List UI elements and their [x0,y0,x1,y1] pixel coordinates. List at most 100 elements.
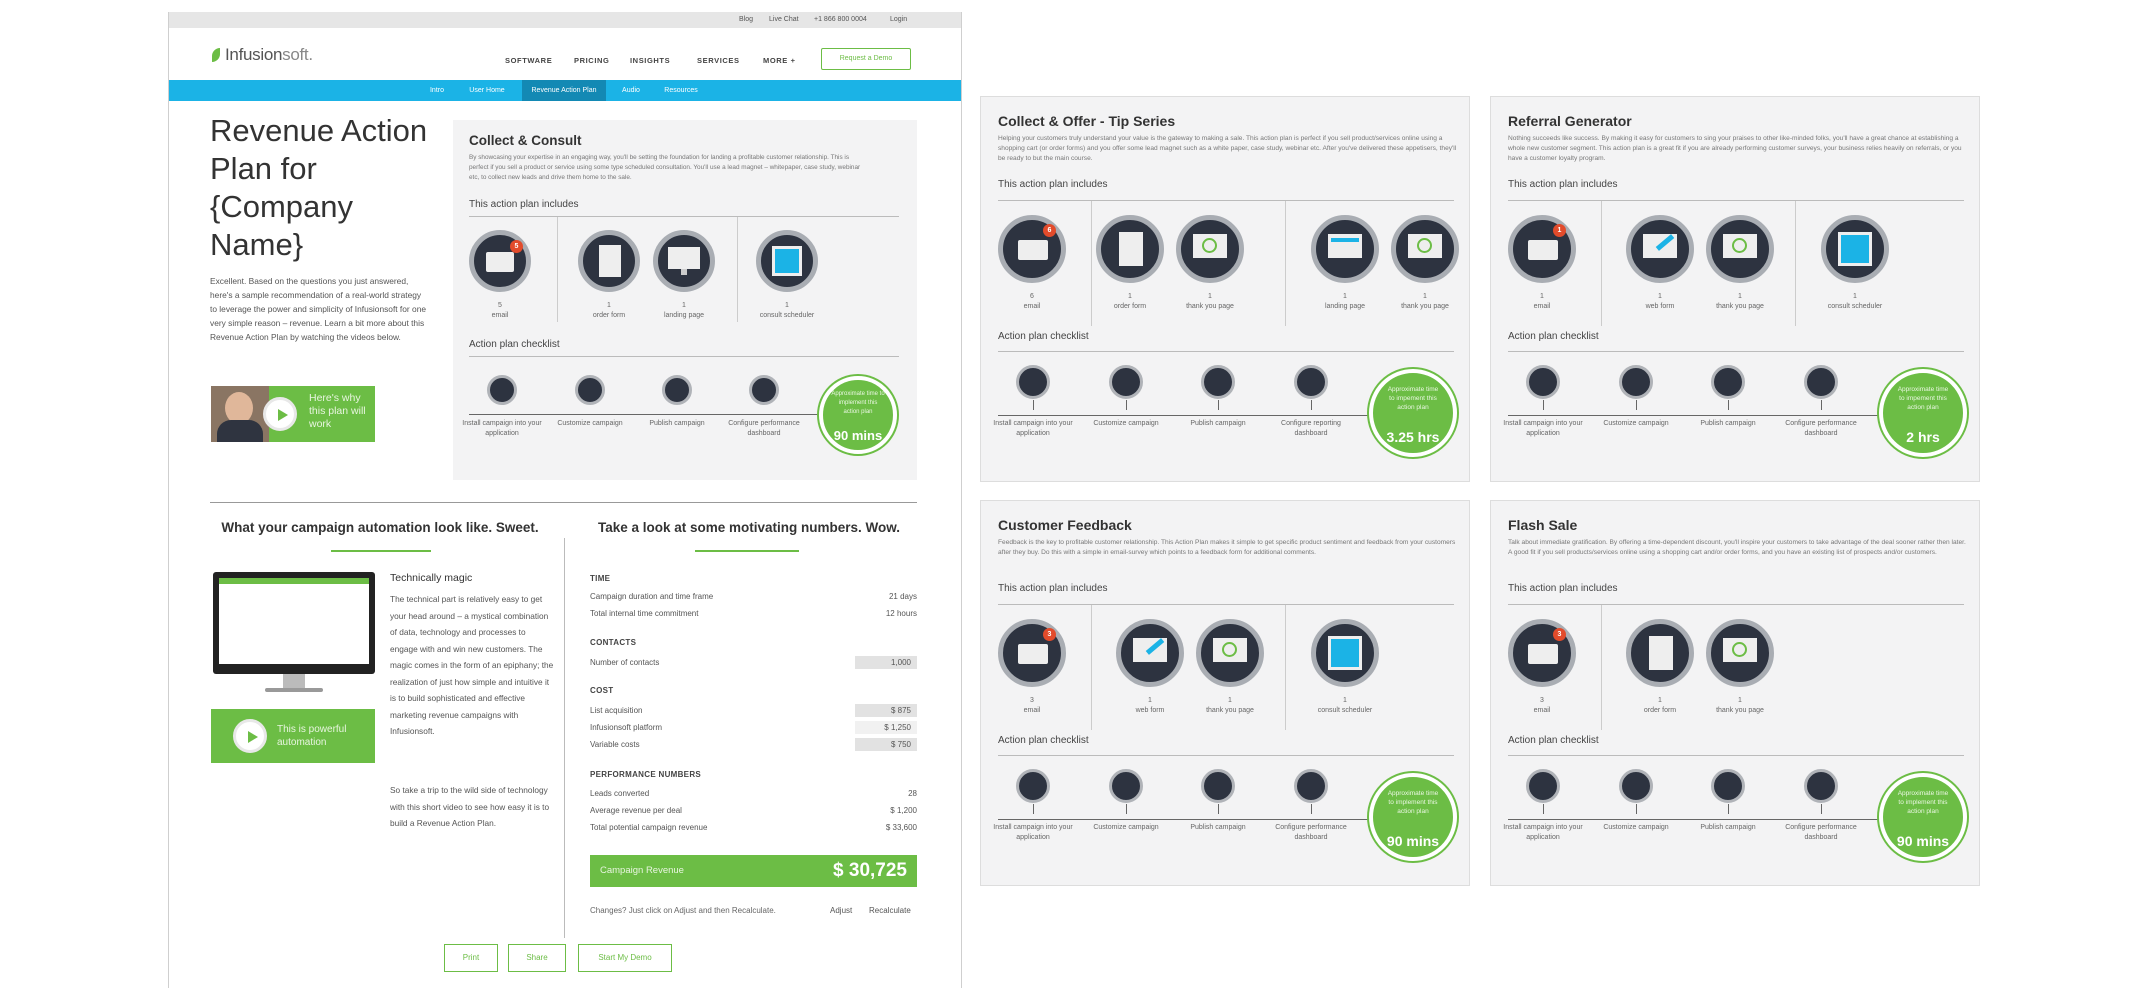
icon-label: 1 order form [1643,697,1677,714]
customize-icon [1619,365,1653,399]
install-icon [487,375,517,405]
login-link[interactable]: Login [890,16,907,23]
nav-insights[interactable]: INSIGHTS [630,56,670,65]
icon-label: 1 web form [1135,697,1165,714]
blog-link[interactable]: Blog [739,16,753,23]
card-title: Customer Feedback [998,517,1132,533]
customize-icon [1109,365,1143,399]
checklist-heading: Action plan checklist [469,339,560,350]
checklist-step: Install campaign into your application [1503,420,1583,437]
time-estimate-badge: Approximate time to implement this actio… [1879,773,1967,861]
sub-nav: Intro User Home Revenue Action Plan Audi… [169,80,961,101]
checklist-step: Customize campaign [1603,824,1669,831]
install-icon [1526,769,1560,803]
checklist-step: Customize campaign [1603,420,1669,427]
subnav-resources[interactable]: Resources [656,80,706,101]
automation-paragraph-2: So take a trip to the wild side of techn… [390,785,550,828]
dashboard-icon [1294,769,1328,803]
thank-you-page-icon [1196,619,1264,687]
icon-label: 6 email [1023,293,1041,310]
subnav-revenue-action-plan[interactable]: Revenue Action Plan [522,80,606,101]
icon-label: 1 consult scheduler [1827,293,1883,310]
email-icon: 6 [998,215,1066,283]
variable-costs-input[interactable]: $ 750 [855,738,917,751]
presenter-photo [211,386,269,442]
table-row: Infusionsoft platform $ 1,250 [590,721,917,734]
email-count-badge: 6 [1043,224,1056,237]
consult-scheduler-icon [1821,215,1889,283]
icon-label: 1 email [1533,293,1551,310]
dashboard-icon [749,375,779,405]
list-acquisition-input[interactable]: $ 875 [855,704,917,717]
logo[interactable]: Infusionsoft. [225,45,313,65]
share-button[interactable]: Share [508,944,566,972]
live-chat-link[interactable]: Live Chat [769,16,799,23]
email-icon: 1 [1508,215,1576,283]
includes-heading: This action plan includes [1508,179,1618,190]
action-plan-card: Flash Sale Talk about immediate gratific… [1490,500,1980,886]
card-desc: Talk about immediate gratification. By o… [1508,539,1966,556]
contacts-input[interactable]: 1,000 [855,656,917,669]
install-icon [1526,365,1560,399]
includes-heading: This action plan includes [469,199,579,210]
card-desc: Helping your customers truly understand … [998,135,1457,162]
customize-icon [575,375,605,405]
automation-video[interactable]: This is powerful automation [211,709,375,763]
publish-icon [1201,365,1235,399]
start-demo-button[interactable]: Start My Demo [578,944,672,972]
icon-label: 1 order form [1113,293,1147,310]
icon-label: 1 thank you page [1206,697,1254,714]
recalculate-link[interactable]: Recalculate [869,906,911,915]
install-icon [1016,365,1050,399]
campaign-revenue-value: $ 30,725 [833,860,907,881]
card-title: Collect & Consult [469,133,582,148]
video-caption: Here's why this plan will work [309,392,366,430]
nav-services[interactable]: SERVICES [697,56,740,65]
checklist-step: Configure performance dashboard [1785,824,1857,841]
main-nav: Infusionsoft. SOFTWARE PRICING INSIGHTS … [169,28,961,80]
includes-heading: This action plan includes [998,179,1108,190]
subnav-audio[interactable]: Audio [616,80,646,101]
thank-you-page-icon [1706,215,1774,283]
publish-icon [1711,769,1745,803]
email-count-badge: 1 [1553,224,1566,237]
subnav-intro[interactable]: Intro [422,80,452,101]
thank-you-page-icon [1706,619,1774,687]
why-plan-video[interactable]: Here's why this plan will work [211,386,375,442]
landing-page-icon [1311,215,1379,283]
includes-heading: This action plan includes [1508,583,1618,594]
icon-label: 1 thank you page [1716,697,1764,714]
nav-pricing[interactable]: PRICING [574,56,609,65]
publish-icon [1711,365,1745,399]
icon-label: 1 thank you page [1716,293,1764,310]
adjust-link[interactable]: Adjust [830,906,852,915]
play-icon[interactable] [263,397,297,431]
icon-label: 3 email [1533,697,1551,714]
thank-you-page-icon [1391,215,1459,283]
utility-bar: Blog Live Chat +1 866 800 0004 Login [169,12,961,28]
checklist-heading: Action plan checklist [998,735,1089,746]
play-icon[interactable] [233,719,267,753]
print-button[interactable]: Print [444,944,498,972]
dashboard-icon [1804,365,1838,399]
landing-page-icon [653,230,715,292]
icon-label: 3 email [1023,697,1041,714]
nav-software[interactable]: SOFTWARE [505,56,552,65]
intro-text: Excellent. Based on the questions you ju… [210,276,427,342]
time-estimate-badge: Approximate time to implement this actio… [1369,773,1457,861]
nav-more[interactable]: MORE + [763,56,796,65]
request-demo-button[interactable]: Request a Demo [821,48,911,70]
order-form-icon [1096,215,1164,283]
campaign-revenue-bar: Campaign Revenue $ 30,725 [590,855,917,887]
email-count-badge: 3 [1043,628,1056,641]
checklist-step: Install campaign into your application [993,420,1073,437]
includes-heading: This action plan includes [998,583,1108,594]
campaign-screenshot [213,572,375,692]
changes-note: Changes? Just click on Adjust and then R… [590,906,776,915]
subnav-user-home[interactable]: User Home [462,80,512,101]
icon-label: 1 thank you page [1186,293,1234,310]
action-plan-card: Customer Feedback Feedback is the key to… [980,500,1470,886]
table-row: Variable costs $ 750 [590,738,917,751]
web-form-icon [1116,619,1184,687]
card-title: Referral Generator [1508,113,1632,129]
